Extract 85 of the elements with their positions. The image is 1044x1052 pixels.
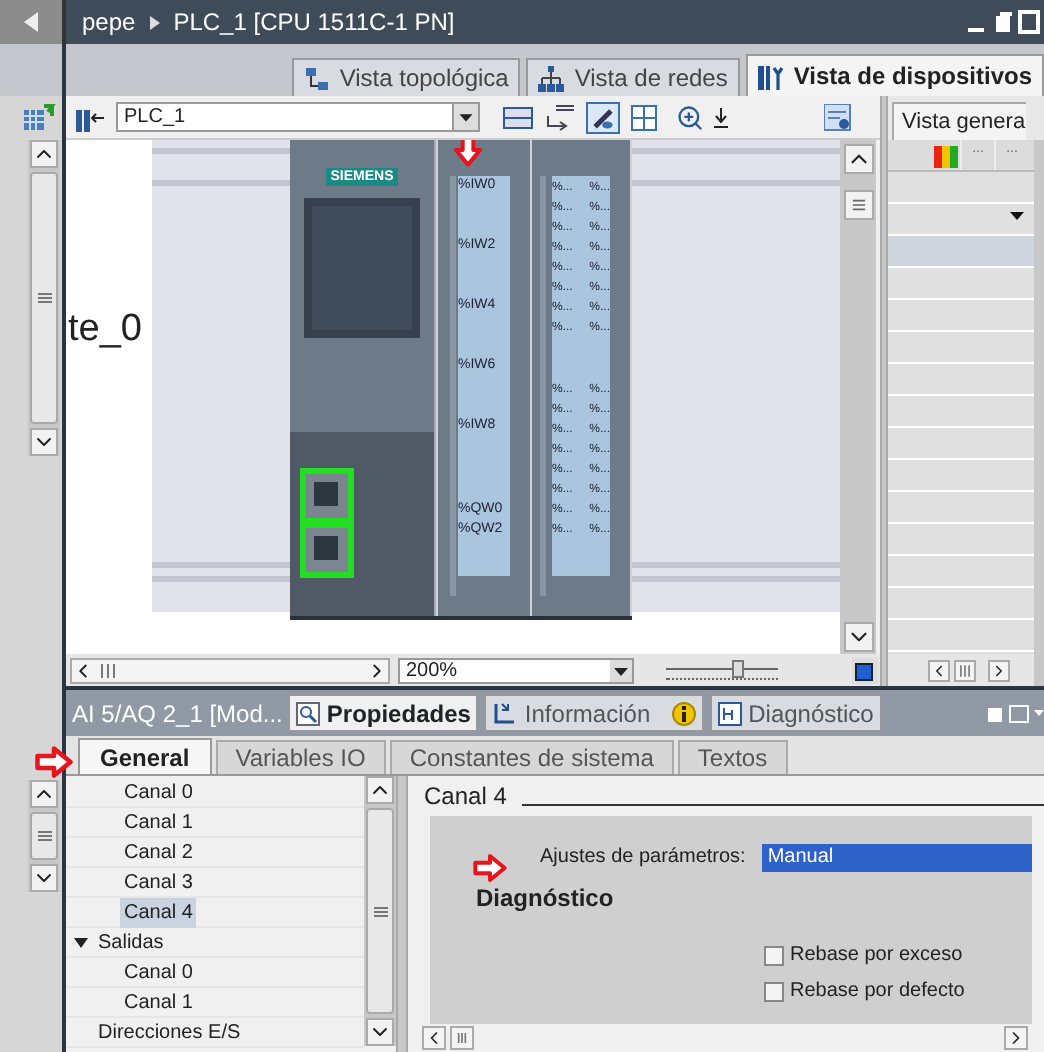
tab-strip-background — [0, 44, 62, 96]
zoom-select[interactable]: 200% — [398, 657, 634, 683]
grip-icon — [37, 292, 51, 304]
collapse-arrow-icon[interactable] — [24, 12, 38, 32]
overview-tab[interactable]: Vista genera — [892, 102, 1026, 140]
property-tab[interactable]: Constantes de sistema — [389, 740, 674, 774]
grip-icon — [100, 663, 116, 677]
scroll-up-icon[interactable] — [366, 776, 394, 804]
scrollbar[interactable] — [28, 780, 60, 892]
tree-item[interactable]: Canal 2 — [120, 837, 197, 867]
zoom-in-icon[interactable] — [676, 103, 704, 131]
cpu-display — [304, 198, 420, 338]
field-label: Ajustes de parámetros: — [540, 844, 746, 872]
tree-item[interactable]: Canal 0 — [120, 957, 197, 987]
topology-icon — [303, 65, 330, 91]
grid-icon[interactable] — [630, 103, 658, 131]
inspector-tab[interactable]: Propiedades — [288, 694, 479, 732]
tree-item[interactable]: Direcciones E/S — [94, 1017, 245, 1047]
grip-icon — [954, 659, 976, 681]
tree-item[interactable]: Salidas — [94, 927, 168, 957]
pen-icon[interactable] — [586, 101, 620, 133]
arrow-icon — [470, 852, 510, 884]
scrollbar[interactable] — [28, 140, 60, 456]
section-heading: Canal 4 — [424, 782, 507, 810]
property-tab[interactable]: General — [78, 738, 212, 774]
parameter-select[interactable]: Manual — [761, 843, 1032, 871]
ethernet-ports-icon — [300, 468, 354, 578]
inspector-tab[interactable]: Información — [484, 694, 705, 732]
arrow-icon — [452, 140, 484, 168]
scroll-up-icon[interactable] — [30, 140, 58, 168]
checkbox[interactable] — [764, 945, 784, 965]
overview-navigation-icon[interactable] — [852, 657, 878, 683]
grip-icon — [37, 830, 51, 842]
scroll-up-icon[interactable] — [30, 780, 58, 808]
diagnostics-icon — [718, 701, 743, 725]
window-controls-icon[interactable] — [966, 10, 1042, 34]
download-icon[interactable] — [714, 107, 728, 127]
panel-icon[interactable] — [824, 103, 852, 131]
checkbox[interactable] — [764, 981, 784, 1001]
scrollbar[interactable] — [364, 776, 396, 1046]
scroll-up-icon[interactable] — [843, 144, 873, 174]
zoom-slider[interactable] — [666, 658, 778, 682]
dropdown-icon[interactable] — [610, 659, 632, 681]
info-badge-icon — [672, 701, 697, 725]
view-tab[interactable]: Vista de redes — [526, 58, 740, 96]
breadcrumb-arrow-icon — [149, 15, 160, 29]
dropdown-icon[interactable] — [1010, 212, 1024, 220]
horizontal-scrollbar[interactable] — [70, 657, 390, 683]
scroll-down-icon[interactable] — [843, 622, 873, 652]
dropdown-icon[interactable] — [452, 104, 478, 130]
view-tab[interactable]: Vista de dispositivos — [745, 54, 1044, 96]
grip-icon[interactable] — [843, 190, 873, 220]
scroll-left-icon[interactable] — [422, 1026, 446, 1050]
checkbox-label: Rebase por exceso — [790, 942, 963, 970]
scroll-down-icon[interactable] — [30, 428, 58, 456]
device-select[interactable]: PLC_1 — [116, 102, 480, 132]
tree-item[interactable]: Canal 1 — [120, 987, 197, 1017]
grip-icon — [373, 905, 387, 917]
scroll-down-icon[interactable] — [366, 1018, 394, 1046]
property-tab[interactable]: Variables IO — [215, 740, 386, 774]
checkbox-label: Rebase por defecto — [790, 978, 965, 1006]
breadcrumb-item[interactable]: PLC_1 [CPU 1511C-1 PN] — [173, 4, 455, 40]
scroll-right-icon[interactable] — [1004, 1026, 1028, 1050]
station-label: te_0 — [68, 310, 142, 348]
inspector-tab[interactable]: Diagnóstico — [710, 694, 882, 732]
breadcrumb-item[interactable]: pepe — [82, 4, 136, 40]
inspector-title: AI 5/AQ 2_1 [Mod... — [72, 697, 283, 731]
property-tab[interactable]: Textos — [677, 740, 788, 774]
device-icon — [757, 63, 784, 89]
view-tab[interactable]: Vista topológica — [291, 58, 521, 96]
scroll-down-icon[interactable] — [30, 864, 58, 892]
label-view-icon[interactable] — [544, 103, 576, 131]
network-icon — [538, 65, 565, 91]
tree-item[interactable]: Canal 3 — [120, 867, 197, 897]
status-icon — [933, 143, 957, 167]
scroll-right-icon[interactable] — [988, 659, 1010, 681]
tree-item[interactable]: Canal 0 — [120, 777, 197, 807]
scroll-left-icon[interactable] — [928, 659, 950, 681]
tree-item[interactable]: Canal 1 — [120, 807, 197, 837]
properties-icon — [296, 701, 321, 725]
info-icon — [492, 700, 519, 726]
module-view-icon[interactable] — [502, 103, 534, 131]
expanded-arrow-icon[interactable] — [74, 935, 88, 949]
section-heading: Diagnóstico — [476, 882, 616, 916]
tree-item[interactable]: Canal 4 — [120, 897, 197, 927]
